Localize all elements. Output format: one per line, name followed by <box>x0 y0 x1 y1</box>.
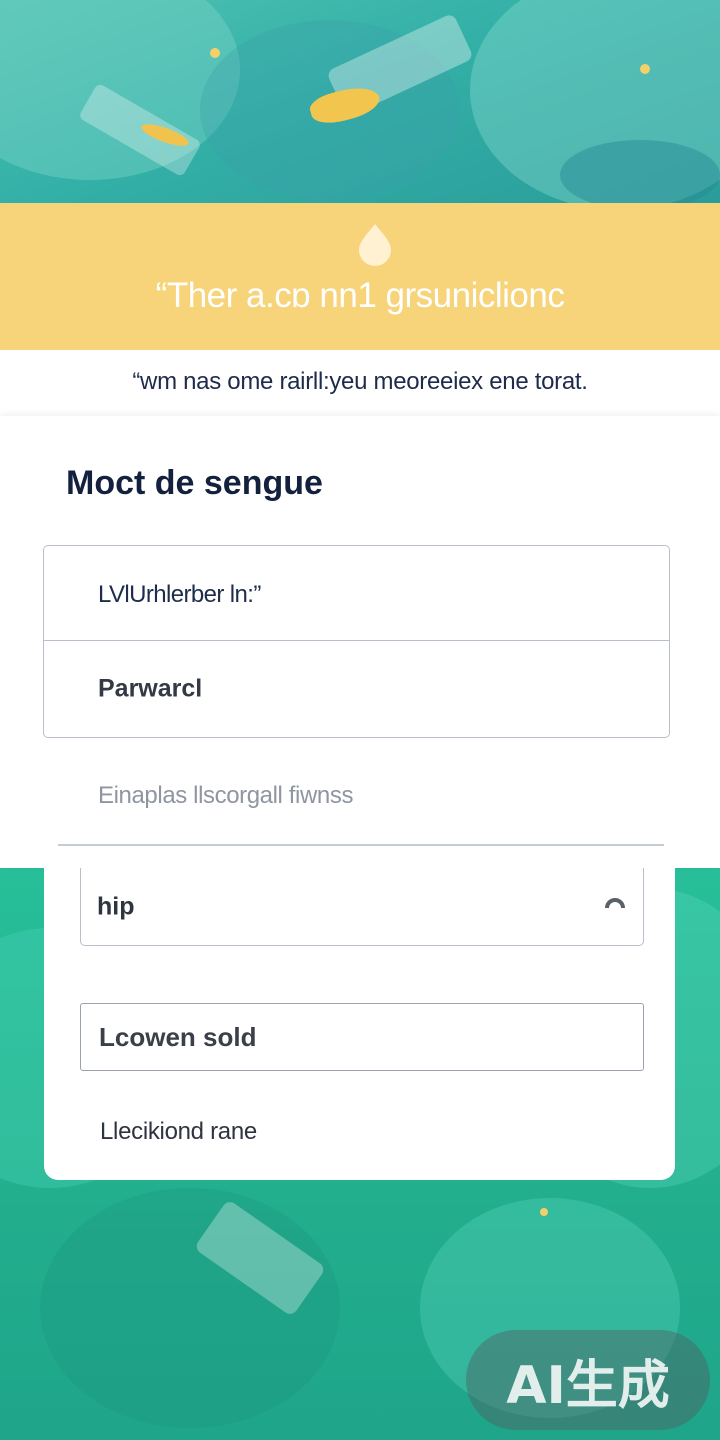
username-field-text: LVlUrhlerber ln:” <box>98 580 261 608</box>
hip-field[interactable]: hip <box>80 868 644 946</box>
divider <box>58 844 664 846</box>
banner-subtagline: “wm nas ome rairll:yeu meoreeiex ene tor… <box>132 368 588 395</box>
watermark-badge: AI生成 <box>466 1330 710 1430</box>
submit-button[interactable]: Lcowen sold <box>80 1003 644 1071</box>
banner-tagline: “Ther a.cɒ nn1 grsuniclionc <box>155 276 565 315</box>
hint-text: Einaplas llscorgall fiwnss <box>98 782 354 809</box>
hip-field-text: hip <box>97 892 135 920</box>
hero-background-art <box>0 0 720 205</box>
username-field[interactable]: LVlUrhlerber ln:” <box>43 545 670 643</box>
password-field-text: Parwarcl <box>98 674 203 703</box>
lock-icon[interactable] <box>603 894 627 910</box>
password-field[interactable]: Parwarcl <box>43 640 670 738</box>
drop-icon <box>359 224 391 266</box>
form-title: Moct de sengue <box>66 464 323 502</box>
bottom-link[interactable]: Llecikiond rane <box>100 1118 257 1146</box>
